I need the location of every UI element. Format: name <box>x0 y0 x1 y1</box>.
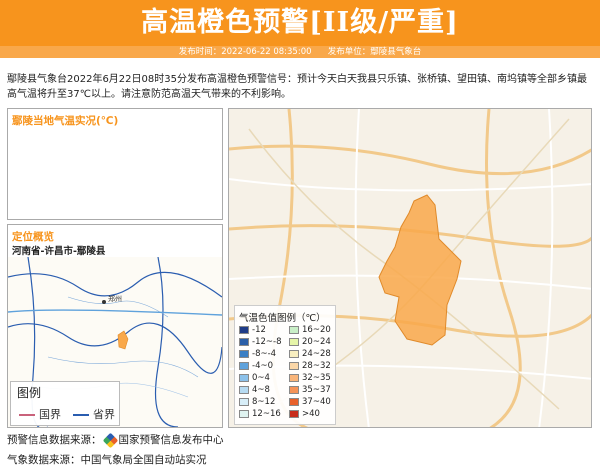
temperature-panel: 鄢陵当地气温实况(℃) <box>7 108 223 220</box>
location-legend-title: 图例 <box>17 386 42 400</box>
legend-label: 35~37 <box>302 385 331 395</box>
legend-swatch <box>289 337 299 346</box>
legend-label: 0~4 <box>252 373 270 383</box>
warning-header: 高温橙色预警[II级/严重] 发布时间：2022-06-22 08:35:00 … <box>0 0 600 58</box>
legend-item: 8~12 <box>239 397 275 407</box>
warning-body-text: 鄢陵县气象台2022年6月22日08时35分发布高温橙色预警信号：预计今天白天我… <box>7 74 587 100</box>
legend-swatch <box>239 409 249 418</box>
warning-source-label: 预警信息数据来源： <box>7 434 102 446</box>
legend-swatch <box>239 325 249 334</box>
legend-swatch <box>289 397 299 406</box>
legend-item: 24~28 <box>289 349 331 359</box>
legend-item: >40 <box>289 409 320 419</box>
legend-swatch <box>289 361 299 370</box>
legend-item: 35~37 <box>289 385 331 395</box>
legend-item-provincial-border: 省界 <box>73 406 115 422</box>
legend-swatch <box>239 385 249 394</box>
legend-label: 32~35 <box>302 373 331 383</box>
legend-swatch <box>239 397 249 406</box>
legend-item-national-border: 国界 <box>19 406 61 422</box>
publish-time: 发布时间：2022-06-22 08:35:00 <box>178 47 312 57</box>
legend-swatch <box>289 325 299 334</box>
legend-swatch <box>289 373 299 382</box>
national-border-label: 国界 <box>39 408 61 421</box>
publisher: 发布单位：鄢陵县气象台 <box>327 47 422 57</box>
warning-title: 高温橙色预警[II级/严重] <box>141 7 459 38</box>
legend-item: -12~-8 <box>239 337 281 347</box>
legend-item: 20~24 <box>289 337 331 347</box>
city-label-zhengzhou: 郑州 <box>108 295 122 303</box>
location-legend: 图例 国界 省界 <box>10 381 120 426</box>
legend-label: 28~32 <box>302 361 331 371</box>
legend-item: 32~35 <box>289 373 331 383</box>
legend-swatch <box>239 349 249 358</box>
legend-item: -12 <box>239 325 266 335</box>
legend-swatch <box>289 349 299 358</box>
location-panel: 定位概览 河南省-许昌市-鄢陵县 郑州 图例 国界 省界 <box>7 224 223 428</box>
legend-label: 24~28 <box>302 349 331 359</box>
warning-source-icon <box>102 432 118 448</box>
legend-item: 4~8 <box>239 385 270 395</box>
warning-source: 预警信息数据来源： 国家预警信息发布中心 <box>7 432 224 448</box>
legend-label: 37~40 <box>302 397 331 407</box>
legend-label: -12~-8 <box>252 337 282 347</box>
location-path: 河南省-许昌市-鄢陵县 <box>12 246 106 257</box>
legend-item: -4~0 <box>239 361 273 371</box>
legend-label: 16~20 <box>302 325 331 335</box>
temperature-legend-title: 气温色值图例（℃） <box>239 313 326 324</box>
warning-meta: 发布时间：2022-06-22 08:35:00 发布单位：鄢陵县气象台 <box>0 46 600 58</box>
legend-label: -12 <box>252 325 266 335</box>
legend-label: >40 <box>302 409 320 419</box>
legend-label: 8~12 <box>252 397 276 407</box>
legend-swatch <box>289 385 299 394</box>
national-border-swatch <box>19 414 35 416</box>
legend-item: 12~16 <box>239 409 281 419</box>
legend-swatch <box>289 409 299 418</box>
legend-label: 12~16 <box>252 409 281 419</box>
warning-source-name: 国家预警信息发布中心 <box>118 434 224 446</box>
provincial-border-label: 省界 <box>93 408 115 421</box>
legend-item: 37~40 <box>289 397 331 407</box>
legend-item: -8~-4 <box>239 349 276 359</box>
legend-swatch <box>239 361 249 370</box>
legend-label: -4~0 <box>252 361 274 371</box>
temperature-panel-title: 鄢陵当地气温实况(℃) <box>12 115 119 127</box>
legend-label: 20~24 <box>302 337 331 347</box>
legend-item: 28~32 <box>289 361 331 371</box>
legend-swatch <box>239 373 249 382</box>
temperature-legend: 气温色值图例（℃） -12 -12~-8 -8~-4 -4~0 0~4 4~8 8~12 12… <box>234 305 336 425</box>
legend-label: 4~8 <box>252 385 270 395</box>
legend-item: 16~20 <box>289 325 331 335</box>
weather-data-source: 气象数据来源：中国气象局全国自动站实况 <box>7 454 207 466</box>
temperature-map: 气温色值图例（℃） -12 -12~-8 -8~-4 -4~0 0~4 4~8 8~12 12… <box>228 108 592 428</box>
legend-swatch <box>239 337 249 346</box>
provincial-border-swatch <box>73 414 89 416</box>
legend-item: 0~4 <box>239 373 270 383</box>
legend-label: -8~-4 <box>252 349 277 359</box>
